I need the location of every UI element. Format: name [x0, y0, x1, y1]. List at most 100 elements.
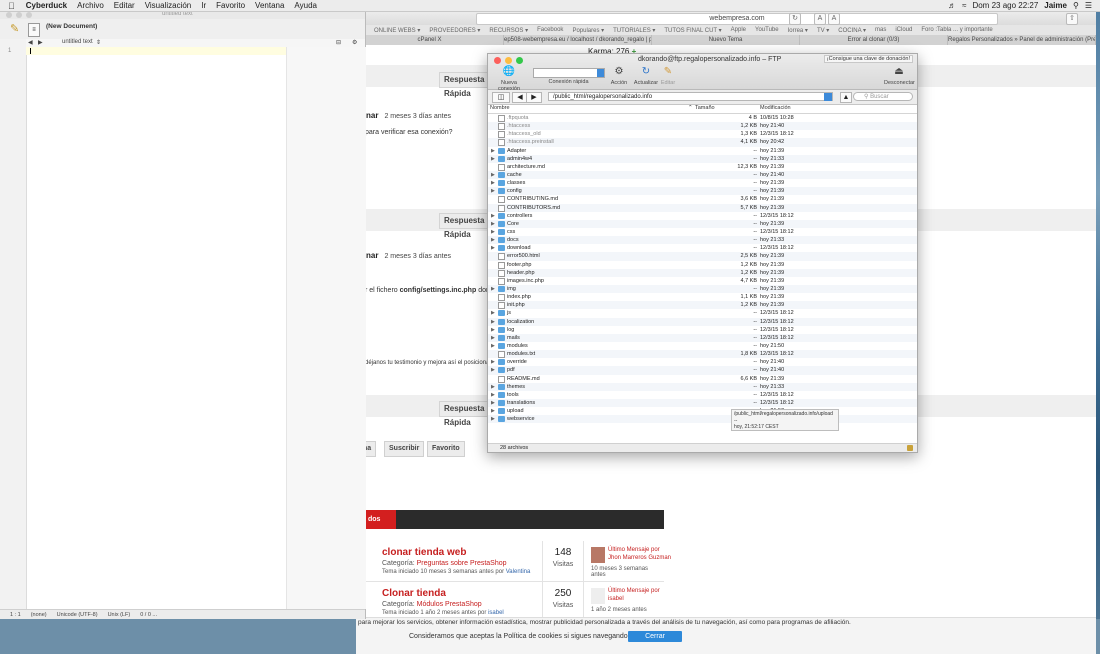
file-popup[interactable]: untitled text — [62, 39, 93, 45]
disclosure-triangle-icon[interactable]: ▶ — [491, 407, 495, 415]
file-row[interactable]: README.md 6,6 KB hoy 21:39 — [488, 375, 917, 383]
favorite-button[interactable]: Favorito — [427, 441, 465, 457]
last-post-link[interactable]: Último Mensaje por — [608, 588, 660, 594]
cursor-position[interactable]: 1 : 1 — [10, 612, 21, 618]
file-row[interactable]: ▶ cache -- hoy 21:40 — [488, 170, 917, 180]
reader-small-icon[interactable]: A — [814, 13, 826, 25]
path-popup[interactable]: /public_html/regalopersonalizado.info — [548, 92, 833, 101]
disclosure-triangle-icon[interactable]: ▶ — [491, 366, 495, 374]
forum-tab[interactable]: dos — [366, 510, 396, 529]
disclosure-triangle-icon[interactable]: ▶ — [491, 391, 495, 399]
datetime[interactable]: Dom 23 ago 22:27 — [972, 1, 1038, 10]
file-row[interactable]: ▶ classes -- hoy 21:39 — [488, 179, 917, 187]
file-row[interactable]: ▶upload--hoy 21:52 — [488, 407, 917, 415]
forward-icon[interactable]: ▶ — [38, 39, 43, 46]
disclosure-triangle-icon[interactable]: ▶ — [491, 171, 495, 179]
thread-title[interactable]: clonar tienda web — [382, 547, 466, 558]
disclosure-triangle-icon[interactable]: ▶ — [491, 383, 495, 391]
file-row[interactable]: init.php 1,2 KB hoy 21:39 — [488, 301, 917, 310]
disclosure-triangle-icon[interactable]: ▶ — [491, 212, 495, 220]
bookmark-item[interactable]: COCINA ▾ — [838, 27, 866, 34]
file-row[interactable]: CONTRIBUTORS.md 5,7 KB hoy 21:39 — [488, 203, 917, 212]
last-user-link[interactable]: isabel — [608, 596, 624, 602]
bookmark-item[interactable]: TUTOS FINAL CUT ▾ — [664, 27, 721, 34]
donation-key-button[interactable]: ¡Consigue una clave de donación! — [823, 55, 913, 63]
column-modified[interactable]: Modificación — [760, 105, 791, 111]
bookmark-item[interactable]: Iorrea ▾ — [788, 27, 808, 34]
bookmark-item[interactable]: mas — [875, 27, 886, 33]
cookie-close-button[interactable]: Cerrar — [628, 631, 682, 642]
user-link[interactable]: isabel — [488, 610, 504, 616]
disclosure-triangle-icon[interactable]: ▶ — [491, 155, 495, 163]
browser-view-toggle[interactable]: ◫ — [492, 92, 510, 103]
document-icon[interactable]: ≡ — [28, 23, 40, 37]
disclosure-triangle-icon[interactable]: ▶ — [491, 309, 495, 317]
file-row[interactable]: .htaccess 1,2 KB hoy 21:40 — [488, 122, 917, 131]
thread-title[interactable]: Clonar tienda — [382, 588, 446, 599]
lock-icon[interactable] — [907, 445, 913, 451]
line-ending-popup[interactable]: Unix (LF) — [108, 612, 131, 618]
bookmark-item[interactable]: PROVEEDORES ▾ — [429, 27, 480, 34]
last-post-link[interactable]: Último Mensaje por — [608, 547, 660, 553]
file-row[interactable]: header.php 1,2 KB hoy 21:39 — [488, 268, 917, 277]
parent-directory-button[interactable]: ▲ — [840, 92, 852, 103]
pencil-icon[interactable]: ✎ — [10, 22, 19, 35]
menu-ir[interactable]: Ir — [196, 1, 211, 10]
search-field[interactable]: ⚲ Buscar — [853, 92, 913, 101]
spotlight-icon[interactable]: ⚲ — [1073, 1, 1079, 10]
file-row[interactable]: ▶ translations -- 12/3/15 18:12 — [488, 398, 917, 408]
file-row[interactable]: ▶ localization -- 12/3/15 18:12 — [488, 317, 917, 326]
column-size[interactable]: Tamaño — [695, 105, 715, 111]
file-row[interactable]: ▶ themes -- hoy 21:33 — [488, 382, 917, 391]
bookmark-item[interactable]: Foro :Tabla ... y importante — [921, 27, 992, 33]
bookmark-item[interactable]: Apple — [731, 27, 746, 33]
menu-archivo[interactable]: Archivo — [72, 1, 109, 10]
file-row[interactable]: ▶ config -- hoy 21:39 — [488, 187, 917, 196]
volume-icon[interactable]: ♬ — [948, 1, 956, 10]
file-row[interactable]: ▶ log -- 12/3/15 18:12 — [488, 326, 917, 334]
bookmark-item[interactable]: Populares ▾ — [572, 27, 604, 34]
address-bar[interactable]: webempresa.com — [476, 13, 998, 25]
user-name[interactable]: Jaime — [1044, 1, 1067, 10]
quick-connect-combo[interactable] — [533, 68, 605, 78]
file-row[interactable]: ▶ img -- hoy 21:39 — [488, 284, 917, 294]
disclosure-triangle-icon[interactable]: ▶ — [491, 326, 495, 334]
share-icon[interactable]: ⇧ — [1066, 13, 1078, 25]
bookmark-item[interactable]: RECURSOS ▾ — [489, 27, 528, 34]
disclosure-triangle-icon[interactable]: ▶ — [491, 334, 495, 342]
forward-button[interactable]: ▶ — [526, 92, 542, 103]
menu-favorito[interactable]: Favorito — [211, 1, 250, 10]
file-row[interactable]: error500.html 2,5 KB hoy 21:39 — [488, 252, 917, 261]
new-connection-button[interactable]: 🌐 Nueva conexión — [492, 66, 526, 92]
tab-error-clonar[interactable]: Error al clonar (0/3) — [800, 35, 948, 45]
bookmark-item[interactable]: TUTORIALES ▾ — [613, 27, 655, 34]
file-row[interactable]: ▶ download -- 12/3/15 18:12 — [488, 244, 917, 252]
reload-icon[interactable]: ↻ — [789, 13, 801, 25]
file-row[interactable]: ▶ controllers -- 12/3/15 18:12 — [488, 212, 917, 220]
reader-large-icon[interactable]: A — [828, 13, 840, 25]
current-line-highlight[interactable] — [26, 47, 286, 55]
file-row[interactable]: ▶ pdf -- hoy 21:40 — [488, 366, 917, 375]
disclosure-triangle-icon[interactable]: ▶ — [491, 147, 495, 155]
file-row[interactable]: ▶ mails -- 12/3/15 18:12 — [488, 333, 917, 342]
disclosure-triangle-icon[interactable]: ▶ — [491, 285, 495, 293]
bookmark-item[interactable]: YouTube — [755, 27, 779, 33]
disclosure-triangle-icon[interactable]: ▶ — [491, 236, 495, 244]
file-row[interactable]: ▶ js -- 12/3/15 18:12 — [488, 309, 917, 317]
disclosure-triangle-icon[interactable]: ▶ — [491, 244, 495, 252]
bookmark-item[interactable]: iCloud — [895, 27, 912, 33]
menu-ayuda[interactable]: Ayuda — [289, 1, 322, 10]
disclosure-triangle-icon[interactable]: ▶ — [491, 415, 495, 423]
category-link[interactable]: Módulos PrestaShop — [417, 601, 482, 608]
tab-regalos-admin[interactable]: Regalos Personalizados » Panel de admini… — [948, 35, 1096, 45]
close-icon[interactable] — [6, 12, 12, 18]
encoding-popup[interactable]: Unicode (UTF-8) — [57, 612, 98, 618]
file-row[interactable]: ▶ admin4w4 -- hoy 21:33 — [488, 154, 917, 163]
file-row[interactable]: ▶webservice--12/3/15 18:12 — [488, 415, 917, 424]
zoom-icon[interactable] — [516, 57, 523, 64]
file-row[interactable]: ▶ css -- 12/3/15 18:12 — [488, 228, 917, 236]
subscribe-button[interactable]: Suscribir — [384, 441, 425, 457]
disclosure-triangle-icon[interactable]: ▶ — [491, 228, 495, 236]
minimize-icon[interactable] — [16, 12, 22, 18]
bookmark-item[interactable]: ONLINE WEBS ▾ — [374, 27, 420, 34]
